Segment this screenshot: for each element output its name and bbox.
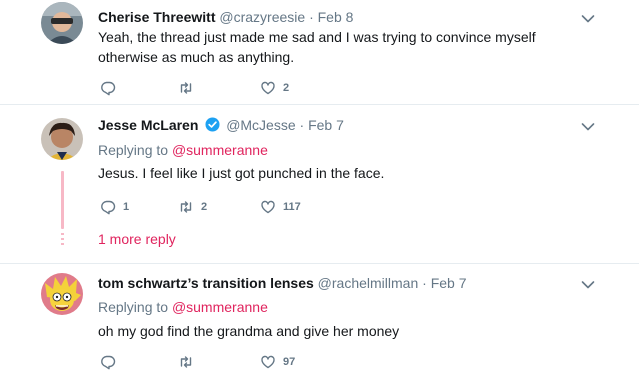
avatar[interactable] (41, 118, 83, 160)
like-icon (261, 200, 275, 214)
author-handle[interactable]: @McJesse (226, 117, 295, 133)
tweet-text: Yeah, the thread just made me sad and I … (98, 27, 536, 67)
separator-dot: · (309, 9, 314, 25)
author-handle[interactable]: @crazyreesie (219, 9, 305, 25)
reply-icon (101, 81, 116, 96)
replying-to: Replying to @summeranne (98, 299, 268, 315)
retweet-icon (180, 82, 192, 94)
like-icon (261, 355, 275, 369)
author-handle[interactable]: @rachelmillman (318, 275, 419, 291)
reply-icon (101, 200, 116, 215)
like-button[interactable]: 2 (260, 79, 289, 97)
tweet-date[interactable]: Feb 7 (308, 117, 344, 133)
mention-link[interactable]: @summeranne (172, 142, 268, 158)
replying-to-label: Replying to (98, 142, 169, 158)
verified-badge-icon (205, 117, 220, 132)
chevron-down-icon[interactable] (581, 14, 595, 24)
tweet-text-line: otherwise as much as anything. (98, 49, 295, 65)
chevron-down-icon[interactable] (581, 280, 595, 290)
reply-button[interactable] (100, 79, 116, 97)
replying-to-label: Replying to (98, 299, 169, 315)
retweet-icon (180, 356, 192, 368)
more-replies-link[interactable]: 1 more reply (98, 231, 176, 247)
tweet-date[interactable]: Feb 8 (318, 9, 354, 25)
tweet-actions: 97 (98, 353, 398, 371)
tweet-date[interactable]: Feb 7 (431, 275, 467, 291)
like-icon (261, 81, 275, 95)
thread-line (61, 171, 64, 229)
retweet-button[interactable]: 2 (178, 198, 207, 216)
tweet-text-line: Yeah, the thread just made me sad and I … (98, 29, 536, 45)
reply-icon (101, 355, 116, 370)
like-button[interactable]: 97 (260, 353, 295, 371)
avatar[interactable] (41, 2, 83, 44)
tweet-actions: 1 2 117 (98, 198, 398, 216)
like-count: 2 (283, 82, 290, 94)
replying-to: Replying to @summeranne (98, 142, 268, 158)
retweet-button[interactable] (178, 353, 194, 371)
author-name[interactable]: Cherise Threewitt (98, 9, 215, 25)
reply-count: 1 (123, 201, 130, 213)
like-button[interactable]: 117 (260, 198, 301, 216)
tweet-text: Jesus. I feel like I just got punched in… (98, 165, 385, 181)
tweet-text: oh my god find the grandma and give her … (98, 323, 400, 339)
like-count: 117 (283, 201, 301, 213)
retweet-button[interactable] (178, 79, 194, 97)
like-count: 97 (283, 356, 296, 368)
reply-button[interactable]: 1 (100, 198, 129, 216)
avatar[interactable] (41, 273, 83, 315)
reply-button[interactable] (100, 353, 116, 371)
tweet-jesse[interactable]: Jesse McLaren @McJesse · Feb 7 Replying … (0, 105, 639, 263)
tweet-cherise[interactable]: Cherise Threewitt @crazyreesie · Feb 8 Y… (0, 0, 639, 104)
author-name[interactable]: Jesse McLaren (98, 117, 198, 133)
retweet-icon (180, 201, 192, 213)
retweet-count: 2 (201, 201, 208, 213)
tweet-actions: 2 (98, 79, 398, 97)
author-name[interactable]: tom schwartz’s transition lenses (98, 275, 314, 291)
separator-dot: · (422, 275, 427, 291)
tweet-tom[interactable]: tom schwartz’s transition lenses @rachel… (0, 264, 639, 382)
thread-more-dots (61, 233, 64, 248)
separator-dot: · (299, 117, 305, 133)
chevron-down-icon[interactable] (581, 122, 595, 132)
mention-link[interactable]: @summeranne (172, 299, 268, 315)
